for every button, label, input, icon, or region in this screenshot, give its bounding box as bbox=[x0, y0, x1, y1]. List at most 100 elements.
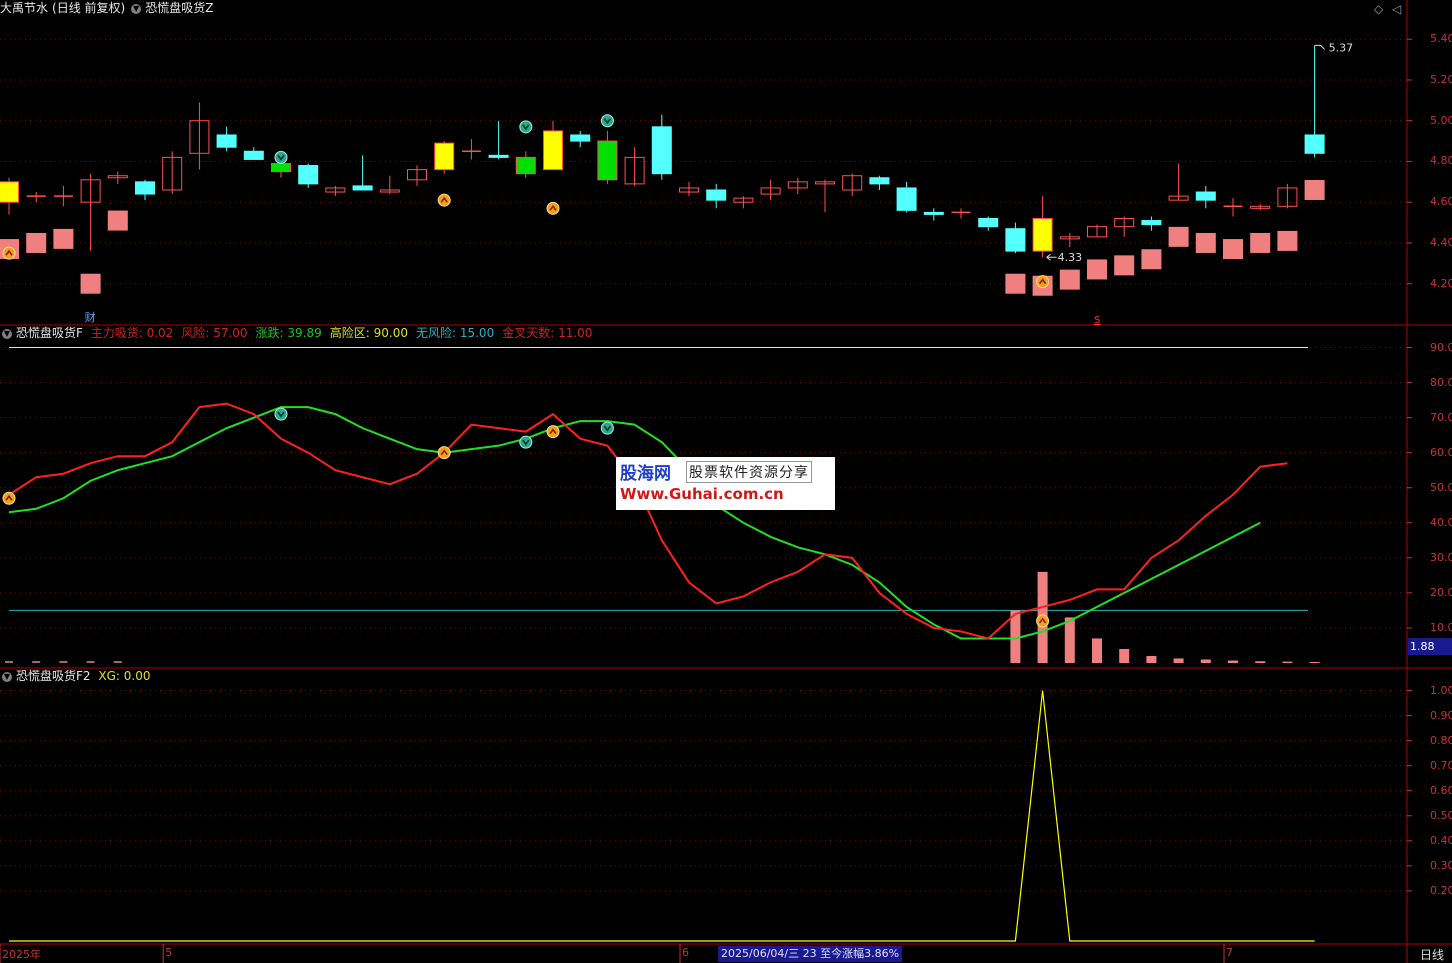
candle-body bbox=[434, 142, 455, 171]
x-axis-label: 6 bbox=[682, 946, 689, 959]
osc-axis-label: 70.00 bbox=[1430, 410, 1452, 424]
panel2-legend-label: 金叉天数: bbox=[502, 326, 555, 340]
panel2-legend-value: 57.00 bbox=[209, 326, 248, 340]
panel2-legend-value: 39.89 bbox=[283, 326, 322, 340]
support-block bbox=[107, 210, 128, 231]
candle-body bbox=[352, 185, 373, 191]
stock-chart-window: 5.37 4.33 财 S 大禹节水 (日线 前复权) ▼ 恐慌盘吸货Z ◇ ◁ ▼ 恐慌盘吸… bbox=[0, 0, 1452, 963]
candle-body bbox=[488, 154, 509, 158]
watermark-url: Www.Guhai.com.cn bbox=[620, 485, 784, 503]
dead-cross-icon bbox=[274, 407, 288, 421]
support-block bbox=[1005, 273, 1026, 294]
dead-cross-icon bbox=[600, 421, 614, 435]
buy-signal-icon bbox=[437, 193, 451, 207]
osc-axis-label: 50.00 bbox=[1430, 480, 1452, 494]
golden-cross-icon bbox=[2, 491, 16, 505]
candle-body bbox=[1141, 220, 1162, 226]
stock-name[interactable]: 大禹节水 bbox=[0, 1, 48, 15]
accumulation-bar bbox=[1228, 660, 1238, 663]
risk-line bbox=[8, 402, 1288, 640]
support-block bbox=[1087, 259, 1107, 280]
indicator-menu-icon[interactable]: ▼ bbox=[2, 328, 12, 339]
candle-body bbox=[135, 181, 155, 195]
price-axis-label: 5.40 bbox=[1430, 32, 1452, 46]
candle-body bbox=[298, 165, 319, 185]
accumulation-bar bbox=[1255, 661, 1266, 663]
xg-signal-line bbox=[9, 690, 1315, 942]
osc-axis-label: 30.00 bbox=[1430, 550, 1452, 564]
low-marker bbox=[1046, 253, 1057, 261]
candle-body bbox=[896, 187, 917, 211]
panel2-legend-value: 15.00 bbox=[456, 326, 495, 340]
panel2-legend-item: 金叉天数: 11.00 bbox=[502, 326, 596, 340]
support-block bbox=[53, 228, 74, 249]
panel2-legend-label: 主力吸货: bbox=[90, 326, 143, 340]
price-axis-label: 4.60 bbox=[1430, 195, 1452, 209]
indicator-menu-icon[interactable]: ▼ bbox=[131, 3, 142, 14]
trend-line bbox=[8, 406, 1261, 640]
high-marker bbox=[1314, 44, 1325, 50]
x-axis-label: 5 bbox=[165, 946, 173, 959]
candle-body bbox=[271, 163, 291, 173]
accumulation-bar bbox=[1282, 661, 1293, 663]
xg-axis-label: 0.80 bbox=[1430, 733, 1452, 747]
candle-body bbox=[570, 134, 591, 142]
candle-body bbox=[543, 130, 563, 171]
watermark-logo: 股海网 股票软件资源分享 Www.Guhai.com.cn bbox=[616, 457, 835, 510]
accumulation-bar bbox=[1092, 638, 1102, 663]
panel2-legend-value: 11.00 bbox=[554, 326, 593, 340]
panel2-legend-item: 涨跌: 39.89 bbox=[256, 326, 326, 340]
low-price-label: 4.33 bbox=[1058, 251, 1083, 264]
x-axis-label: 7 bbox=[1226, 946, 1233, 959]
candle-body bbox=[923, 211, 944, 215]
diamond-icon[interactable]: ◇ bbox=[1374, 2, 1383, 16]
main-indicator-name[interactable]: 恐慌盘吸货Z bbox=[145, 1, 213, 15]
panel2-legend-item: 高险区: 90.00 bbox=[330, 326, 412, 340]
s-marker: S bbox=[1094, 315, 1100, 326]
panel2-legend-item: 无风险: 15.00 bbox=[416, 326, 498, 340]
xg-axis-label: 0.20 bbox=[1430, 883, 1452, 897]
support-block bbox=[1195, 232, 1216, 253]
support-block bbox=[1223, 239, 1243, 260]
candle-body bbox=[0, 181, 19, 203]
buy-signal-icon bbox=[1036, 275, 1050, 289]
panel3-legend-label: XG: bbox=[98, 669, 120, 683]
accumulation-bar bbox=[1119, 648, 1130, 663]
buy-signal-icon bbox=[546, 201, 560, 215]
period-selector[interactable]: 日线 bbox=[1420, 946, 1444, 963]
indicator-menu-icon[interactable]: ▼ bbox=[2, 671, 12, 682]
oscillator-panel-header: ▼ 恐慌盘吸货F 主力吸货: 0.02 风险: 57.00 涨跌: 39.89 高险区:… bbox=[0, 325, 600, 342]
candle-body bbox=[1195, 191, 1216, 201]
watermark-slogan: 股票软件资源分享 bbox=[686, 461, 812, 483]
osc-axis-label: 20.00 bbox=[1430, 585, 1452, 599]
candle-body bbox=[869, 177, 890, 185]
xg-axis-label: 0.50 bbox=[1430, 808, 1452, 822]
sell-signal-icon bbox=[274, 150, 288, 164]
panel2-legend-label: 风险: bbox=[181, 326, 210, 340]
support-block bbox=[26, 232, 47, 253]
watermark-brand: 股海网 bbox=[620, 464, 671, 484]
candle-body bbox=[515, 156, 536, 175]
osc-indicator-name[interactable]: 恐慌盘吸货F bbox=[16, 326, 83, 340]
candle-body bbox=[978, 218, 999, 228]
panel2-legend-value: 0.02 bbox=[142, 326, 174, 340]
xg-indicator-name[interactable]: 恐慌盘吸货F2 bbox=[16, 669, 91, 683]
accumulation-bar bbox=[1146, 655, 1157, 663]
golden-cross-icon bbox=[1036, 614, 1050, 628]
xg-axis-label: 0.60 bbox=[1430, 783, 1452, 797]
xg-axis-label: 0.90 bbox=[1430, 708, 1452, 722]
accumulation-bar bbox=[1064, 617, 1075, 663]
expand-icon[interactable]: ◁ bbox=[1392, 2, 1401, 16]
panel2-legend-label: 高险区: bbox=[329, 326, 370, 340]
price-axis-label: 4.20 bbox=[1430, 276, 1452, 290]
xg-axis-label: 1.00 bbox=[1430, 683, 1452, 697]
osc-axis-label: 90.00 bbox=[1430, 340, 1452, 354]
candle-body bbox=[706, 189, 727, 201]
support-block bbox=[1277, 230, 1298, 251]
price-axis-label: 5.00 bbox=[1430, 113, 1452, 127]
panel3-legend-value: 0.00 bbox=[119, 669, 151, 683]
dead-cross-icon bbox=[519, 435, 533, 449]
panel2-legend-item: 主力吸货: 0.02 bbox=[91, 326, 178, 340]
current-value-flag: 1.88 bbox=[1408, 638, 1452, 655]
candle-body bbox=[1005, 228, 1026, 252]
